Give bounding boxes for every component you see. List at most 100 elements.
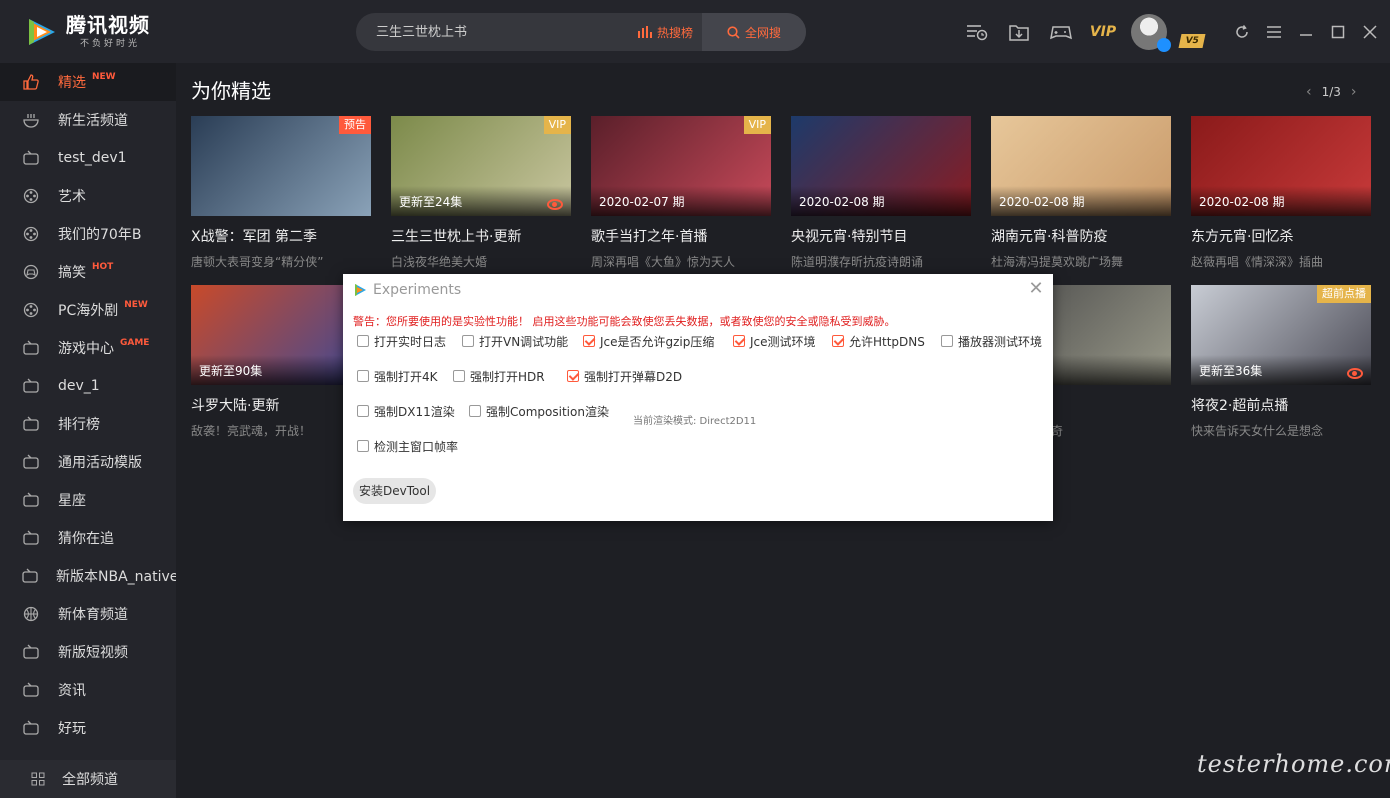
sidebar-item[interactable]: 新生活频道 <box>0 101 176 139</box>
unchecked-box-icon[interactable] <box>357 405 369 417</box>
option-checkbox[interactable]: 强制DX11渲染 <box>357 403 455 420</box>
refresh-icon[interactable] <box>1226 18 1258 46</box>
sidebar-item[interactable]: 新版短视频 <box>0 633 176 671</box>
option-checkbox[interactable]: Jce测试环境 <box>733 333 816 350</box>
hot-search-button[interactable]: 热搜榜 <box>638 13 693 51</box>
sidebar-item[interactable]: 搞笑 HOT <box>0 253 176 291</box>
sidebar-item-badge: HOT <box>92 262 114 272</box>
card-tag: 预告 <box>339 116 371 134</box>
top-bar: 腾讯视频 不负好时光 热搜榜 全网搜 <box>0 0 1390 63</box>
video-card[interactable]: VIP 2020-02-07 期歌手当打之年·首播 周深再唱《大鱼》惊为天人 <box>591 116 771 270</box>
unchecked-box-icon[interactable] <box>453 370 465 382</box>
sidebar-item-label: 新版本NBA_native <box>56 569 176 585</box>
video-card[interactable]: 2020-02-08 期湖南元宵·科普防疫 杜海涛冯提莫欢跳广场舞 <box>991 116 1171 270</box>
install-devtool-button[interactable]: 安装DevTool <box>353 478 437 504</box>
unchecked-box-icon[interactable] <box>462 335 474 347</box>
sidebar-item[interactable]: 猜你在追 <box>0 519 176 557</box>
card-title[interactable]: 央视元宵·特别节目 <box>791 226 971 246</box>
sidebar-item[interactable]: 新体育频道 <box>0 595 176 633</box>
sidebar-item[interactable]: 资讯 <box>0 671 176 709</box>
tv-icon <box>22 529 40 547</box>
sidebar-item[interactable]: 星座 <box>0 481 176 519</box>
checked-box-icon[interactable] <box>733 335 745 347</box>
video-card[interactable]: 预告 X战警：军团 第二季 唐顿大表哥变身“精分侠” <box>191 116 371 270</box>
sidebar-item-label: dev_1 <box>58 378 100 394</box>
option-label: 打开实时日志 <box>374 334 447 349</box>
card-title[interactable]: 三生三世枕上书·更新 <box>391 226 571 246</box>
video-thumbnail[interactable]: VIP 更新至24集 <box>391 116 571 216</box>
film-reel-icon <box>22 301 40 319</box>
sidebar-item[interactable]: 好玩 <box>0 709 176 747</box>
sidebar-item-label: 星座 <box>58 493 86 509</box>
sidebar-item[interactable]: 艺术 <box>0 177 176 215</box>
checked-box-icon[interactable] <box>567 370 579 382</box>
dialog-close-icon[interactable]: ✕ <box>1027 280 1045 298</box>
sidebar-item[interactable]: dev_1 <box>0 367 176 405</box>
sidebar-item-label: 猜你在追 <box>58 531 114 547</box>
card-title[interactable]: 歌手当打之年·首播 <box>591 226 771 246</box>
logo[interactable]: 腾讯视频 不负好时光 <box>24 14 150 49</box>
avatar[interactable] <box>1131 14 1171 52</box>
option-checkbox[interactable]: 强制打开HDR <box>453 368 545 385</box>
sidebar-item[interactable]: 新版本NBA_native <box>0 557 176 595</box>
minimize-icon[interactable] <box>1290 18 1322 46</box>
download-icon[interactable] <box>1004 18 1034 46</box>
close-icon[interactable] <box>1354 18 1386 46</box>
card-title[interactable]: 将夜2·超前点播 <box>1191 395 1371 415</box>
option-checkbox[interactable]: 检测主窗口帧率 <box>357 438 458 455</box>
video-thumbnail[interactable]: 超前点播 更新至36集 <box>1191 285 1371 385</box>
video-thumbnail[interactable]: 2020-02-08 期 <box>991 116 1171 216</box>
unchecked-box-icon[interactable] <box>357 335 369 347</box>
option-checkbox[interactable]: 允许HttpDNS <box>832 333 925 350</box>
unchecked-box-icon[interactable] <box>469 405 481 417</box>
search-button[interactable]: 全网搜 <box>702 13 806 51</box>
card-title[interactable]: 东方元宵·回忆杀 <box>1191 226 1371 246</box>
sidebar-item[interactable]: 我们的70年B <box>0 215 176 253</box>
card-caption: 2020-02-08 期 <box>1199 195 1285 209</box>
video-card[interactable]: 2020-02-08 期东方元宵·回忆杀赵薇再唱《情深深》插曲 <box>1191 116 1371 270</box>
sidebar-item[interactable]: 游戏中心 GAME <box>0 329 176 367</box>
playlist-clock-icon[interactable] <box>962 18 992 46</box>
unchecked-box-icon[interactable] <box>357 370 369 382</box>
gamepad-icon[interactable] <box>1046 18 1076 46</box>
card-subtitle: 赵薇再唱《情深深》插曲 <box>1191 255 1324 269</box>
all-channels-button[interactable]: 全部频道 <box>0 760 176 798</box>
gamepad-icon <box>22 263 40 281</box>
sidebar-item-badge: GAME <box>120 338 150 348</box>
card-title[interactable]: 湖南元宵·科普防疫 <box>991 226 1171 246</box>
unchecked-box-icon[interactable] <box>941 335 953 347</box>
card-caption: 2020-02-08 期 <box>999 195 1085 209</box>
search-input[interactable] <box>376 13 626 51</box>
prev-page-icon[interactable]: ‹ <box>1306 84 1312 100</box>
video-card[interactable]: 2020-02-08 期央视元宵·特别节目 陈道明濮存昕抗疫诗朗诵 <box>791 116 971 270</box>
option-checkbox[interactable]: 强制打开弹幕D2D <box>567 368 682 385</box>
video-thumbnail[interactable]: 预告 <box>191 116 371 216</box>
video-thumbnail[interactable]: VIP 2020-02-07 期 <box>591 116 771 216</box>
video-thumbnail[interactable]: 2020-02-08 期 <box>791 116 971 216</box>
menu-icon[interactable] <box>1258 18 1290 46</box>
maximize-icon[interactable] <box>1322 18 1354 46</box>
next-page-icon[interactable]: › <box>1351 84 1357 100</box>
sidebar-item[interactable]: test_dev1 <box>0 139 176 177</box>
unchecked-box-icon[interactable] <box>357 440 369 452</box>
sidebar-item[interactable]: 排行榜 <box>0 405 176 443</box>
option-checkbox[interactable]: 强制Composition渲染 <box>469 403 609 420</box>
option-label: 强制Composition渲染 <box>486 404 609 419</box>
card-title[interactable]: X战警：军团 第二季 <box>191 226 371 246</box>
checked-box-icon[interactable] <box>832 335 844 347</box>
sidebar-item[interactable]: 精选 NEW <box>0 63 176 101</box>
option-checkbox[interactable]: Jce是否允许gzip压缩 <box>583 333 714 350</box>
video-card[interactable]: VIP 更新至24集 三生三世枕上书·更新 白浅夜华绝美大婚 <box>391 116 571 270</box>
thumbs-up-icon <box>22 73 40 91</box>
option-checkbox[interactable]: 打开VN调试功能 <box>462 333 568 350</box>
vip-icon[interactable]: VIP <box>1088 18 1118 46</box>
option-checkbox[interactable]: 强制打开4K <box>357 368 438 385</box>
sidebar-item[interactable]: PC海外剧 NEW <box>0 291 176 329</box>
video-card[interactable]: 超前点播 更新至36集 将夜2·超前点播 快来告诉天女什么是想念 <box>1191 285 1371 439</box>
video-thumbnail[interactable]: 2020-02-08 期 <box>1191 116 1371 216</box>
sidebar-item[interactable]: 通用活动模版 <box>0 443 176 481</box>
hot-search-label: 热搜榜 <box>657 25 694 40</box>
checked-box-icon[interactable] <box>583 335 595 347</box>
option-checkbox[interactable]: 播放器测试环境 <box>941 333 1042 350</box>
option-checkbox[interactable]: 打开实时日志 <box>357 333 446 350</box>
